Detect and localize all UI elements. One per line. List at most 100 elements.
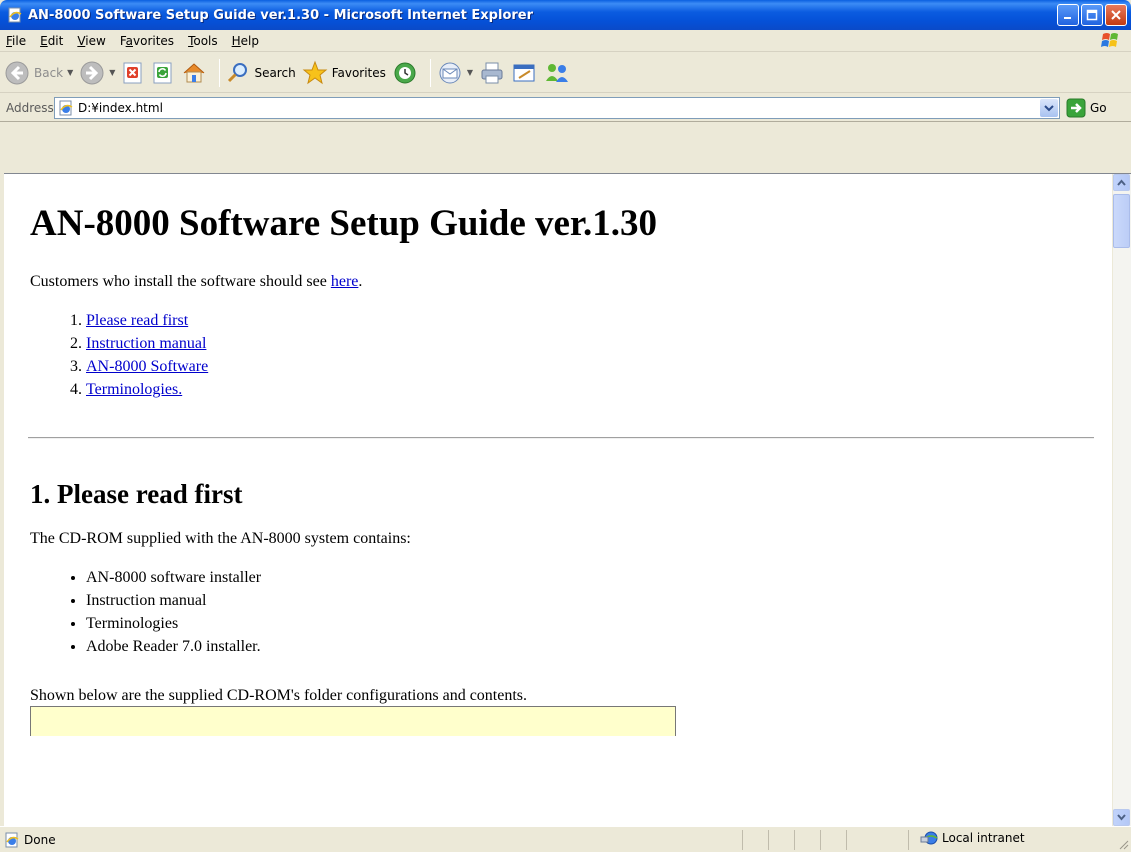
resize-grip-icon[interactable]	[1117, 838, 1129, 850]
intro-end: .	[358, 273, 363, 290]
vertical-scrollbar[interactable]	[1113, 174, 1131, 826]
scroll-up-button[interactable]	[1113, 174, 1130, 191]
ie-page-icon	[59, 100, 73, 116]
intro-text: Customers who install the software shoul…	[30, 273, 331, 290]
toc-link-an-8000-software[interactable]: AN-8000 Software	[86, 358, 208, 375]
status-text: Done	[24, 832, 56, 847]
history-button[interactable]	[392, 60, 418, 86]
toc-link-instruction-manual[interactable]: Instruction manual	[86, 335, 206, 352]
history-icon	[394, 62, 416, 83]
security-zone[interactable]: Local intranet	[920, 830, 1025, 846]
mail-button[interactable]: ▼	[437, 61, 473, 85]
toc-link-terminologies[interactable]: Terminologies.	[86, 381, 182, 398]
ie-page-icon[interactable]	[7, 7, 23, 23]
status-divider	[768, 830, 769, 850]
maximize-button[interactable]	[1081, 4, 1103, 26]
status-bar: Done Local intranet	[0, 826, 1131, 852]
horizontal-divider	[28, 437, 1094, 439]
status-divider	[794, 830, 795, 850]
forward-button[interactable]: ▼	[79, 60, 115, 86]
folder-structure-box	[30, 706, 676, 736]
page-title: AN-8000 Software Setup Guide ver.1.30	[30, 203, 657, 244]
status-divider	[846, 830, 847, 850]
menu-edit-accel: E	[40, 33, 48, 48]
menu-favorites[interactable]: Favorites	[113, 34, 181, 48]
window-title-bar[interactable]: AN-8000 Software Setup Guide ver.1.30 - …	[0, 0, 1131, 30]
list-item: Instruction manual	[86, 589, 1086, 612]
list-item: Terminologies	[86, 612, 1086, 635]
menu-tools-label: ools	[193, 33, 218, 48]
favorites-button[interactable]: Favorites	[302, 60, 386, 86]
back-dropdown-icon[interactable]: ▼	[67, 68, 73, 77]
menu-favorites-label: vorites	[133, 33, 175, 48]
menu-tools[interactable]: Tools	[181, 34, 225, 48]
toc-item: Instruction manual	[86, 332, 1086, 355]
windows-logo-icon	[1101, 33, 1118, 47]
standard-toolbar: Back ▼ ▼ Search Favorites ▼	[0, 53, 1131, 93]
toc-item: AN-8000 Software	[86, 355, 1086, 378]
status-divider	[908, 830, 909, 850]
menu-file[interactable]: File	[0, 34, 33, 48]
scroll-thumb[interactable]	[1113, 194, 1130, 248]
chevron-down-icon	[1117, 814, 1126, 821]
menu-edit[interactable]: Edit	[33, 34, 70, 48]
section-heading: 1. Please read first	[30, 479, 243, 509]
back-arrow-icon	[5, 61, 29, 84]
home-button[interactable]	[181, 61, 207, 85]
address-input[interactable]: D:¥index.html	[54, 97, 1060, 119]
menu-file-label: ile	[12, 33, 27, 48]
minimize-button[interactable]	[1057, 4, 1079, 26]
toc-item: Terminologies.	[86, 378, 1086, 401]
go-arrow-icon	[1066, 98, 1086, 118]
menu-help-label: elp	[240, 33, 260, 48]
refresh-icon	[153, 62, 172, 83]
back-label: Back	[34, 65, 64, 80]
stop-button[interactable]	[121, 61, 145, 85]
section1-text: The CD-ROM supplied with the AN-8000 sys…	[30, 530, 411, 547]
maximize-icon	[1086, 9, 1098, 21]
address-label: Address	[6, 100, 54, 115]
print-button[interactable]	[479, 61, 505, 85]
menu-bar: File Edit View Favorites Tools Help	[0, 30, 1131, 52]
status-done: Done	[4, 832, 56, 848]
stop-icon	[123, 62, 142, 83]
refresh-button[interactable]	[151, 61, 175, 85]
forward-dropdown-icon[interactable]: ▼	[109, 68, 115, 77]
mail-dropdown-icon[interactable]: ▼	[467, 68, 473, 77]
page-content: AN-8000 Software Setup Guide ver.1.30 Cu…	[4, 174, 1112, 826]
search-label: Search	[254, 65, 296, 80]
messenger-button[interactable]	[543, 61, 571, 85]
menu-view-label: iew	[85, 33, 106, 48]
toolbar-separator	[429, 58, 431, 87]
ie-page-icon	[5, 832, 19, 847]
menu-edit-label: dit	[47, 33, 64, 48]
favorites-label: Favorites	[331, 65, 386, 80]
go-label: Go	[1090, 101, 1107, 115]
list-item: Adobe Reader 7.0 installer.	[86, 635, 1086, 658]
scroll-down-button[interactable]	[1113, 809, 1130, 826]
address-value: D:¥index.html	[78, 101, 163, 115]
local-intranet-icon	[920, 831, 938, 845]
close-button[interactable]	[1105, 4, 1127, 26]
menu-view[interactable]: View	[70, 34, 112, 48]
here-link[interactable]: here	[331, 273, 359, 290]
menu-help[interactable]: Help	[225, 34, 266, 48]
search-button[interactable]: Search	[226, 61, 296, 85]
go-button[interactable]: Go	[1066, 98, 1107, 118]
edit-button[interactable]	[511, 61, 537, 85]
zone-label: Local intranet	[942, 831, 1025, 845]
back-button[interactable]: Back ▼	[4, 60, 73, 86]
status-divider	[820, 830, 821, 850]
address-dropdown-button[interactable]	[1040, 99, 1058, 117]
menu-favorites-accel: a	[125, 33, 133, 48]
toc-link-please-read-first[interactable]: Please read first	[86, 312, 188, 329]
folder-text: Shown below are the supplied CD-ROM's fo…	[30, 687, 528, 704]
chevron-down-icon	[1044, 105, 1054, 112]
close-icon	[1111, 10, 1121, 20]
messenger-icon	[546, 63, 569, 82]
status-divider	[742, 830, 743, 850]
chevron-up-icon	[1117, 179, 1126, 186]
table-of-contents: Please read first Instruction manual AN-…	[30, 309, 1086, 401]
toc-item: Please read first	[86, 309, 1086, 332]
forward-arrow-icon	[80, 61, 104, 84]
